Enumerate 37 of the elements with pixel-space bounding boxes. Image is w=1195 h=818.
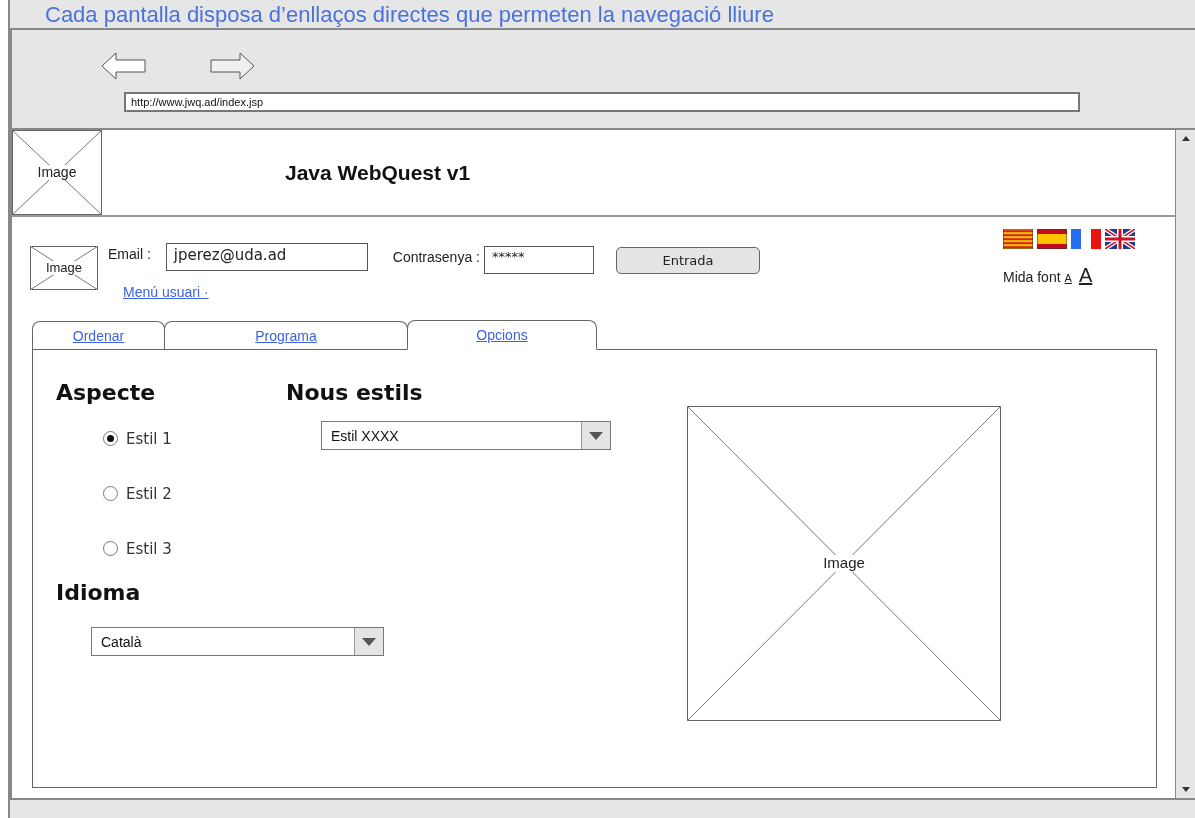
site-title: Java WebQuest v1: [285, 160, 471, 185]
dropdown[interactable]: Català: [91, 627, 384, 656]
font-size-label: Mida font: [1003, 269, 1061, 285]
forward-arrow-icon[interactable]: [209, 52, 255, 80]
url-field[interactable]: http://www.jwq.ad/index.jsp: [124, 92, 1080, 112]
radio-label: Estil 2: [126, 484, 172, 503]
radio-button[interactable]: [103, 486, 118, 501]
back-arrow-icon[interactable]: [101, 52, 147, 80]
tab[interactable]: Opcions: [407, 320, 597, 350]
section-heading: Nous estils: [286, 379, 424, 407]
section-heading: Idioma: [56, 579, 142, 607]
large-font-link[interactable]: A: [1078, 264, 1093, 287]
email-label: Email :: [108, 246, 151, 262]
dropdown[interactable]: Estil XXXX: [321, 421, 611, 450]
radio-button[interactable]: [103, 541, 118, 556]
caption-text: Cada pantalla disposa d’enllaços directes que permeten la navegació lliure: [44, 1, 775, 28]
flag-icon[interactable]: [1003, 229, 1033, 249]
user-menu-link[interactable]: Menú usuari ·: [123, 284, 209, 300]
caret-icon: [589, 431, 603, 440]
password-label: Contrasenya :: [392, 249, 480, 265]
radio-button[interactable]: [103, 431, 118, 446]
tab[interactable]: Ordenar: [32, 321, 165, 349]
login-button[interactable]: Entrada: [615, 247, 760, 274]
scroll-down-icon[interactable]: [1181, 787, 1190, 792]
caret-icon: [362, 637, 376, 646]
placeholder-label: Image: [823, 555, 865, 572]
radio-label: Estil 1: [126, 429, 172, 448]
flag-icon[interactable]: [1037, 229, 1067, 249]
scrollbar[interactable]: [1175, 130, 1195, 798]
password-field[interactable]: *****: [483, 246, 594, 274]
radio-label: Estil 3: [126, 539, 172, 558]
flag-icon[interactable]: [1071, 229, 1101, 249]
small-font-link[interactable]: A: [1064, 272, 1072, 284]
email-field[interactable]: jperez@uda.ad: [165, 243, 368, 271]
flag-icon[interactable]: [1105, 229, 1135, 249]
section-heading: Aspecte: [56, 379, 157, 407]
scroll-up-icon[interactable]: [1181, 136, 1190, 141]
